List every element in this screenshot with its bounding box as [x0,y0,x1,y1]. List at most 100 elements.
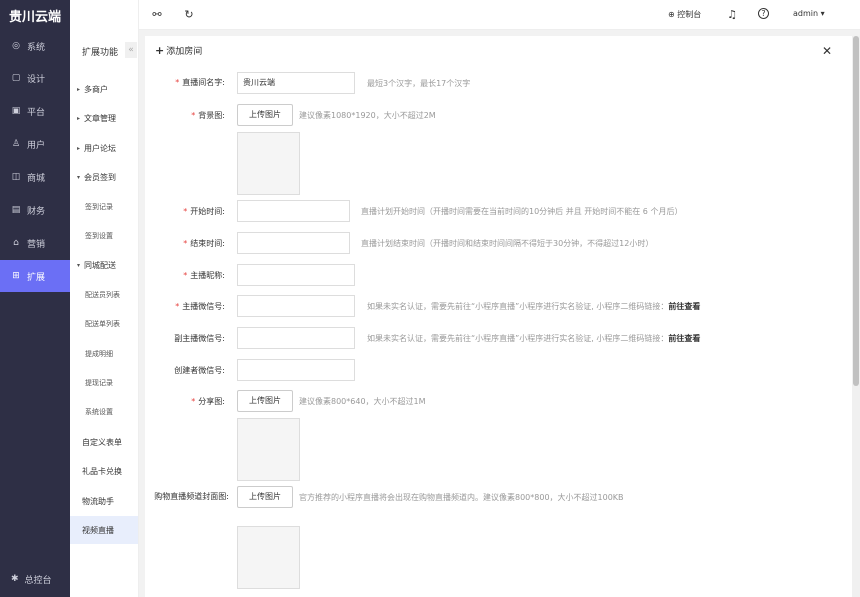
start-label: *开始时间: [145,206,225,217]
sub-anchor-link[interactable]: 前往查看 [668,334,700,343]
submenu-title: 扩展功能 [82,45,118,58]
share-upload-button[interactable]: 上传图片 [237,390,293,412]
submenu-item-5[interactable]: 签到设置 [70,222,138,250]
creator-label: 创建者微信号: [145,365,225,376]
sidebar-item-label: 扩展 [27,270,45,283]
link-icon[interactable]: ⚯ [150,8,164,22]
submenu-item-label: 视频直播 [82,525,114,536]
feeds-image-preview [237,526,300,589]
console-link[interactable]: ⊕ 控制台 [668,9,701,20]
submenu-item-label: 提现记录 [85,378,113,388]
sidebar-item-5[interactable]: ▤财务 [0,194,70,226]
extension-icon: ⊞ [11,271,21,281]
scrollbar[interactable] [852,36,860,597]
anchor-wx-input[interactable] [237,295,355,317]
submenu-item-13[interactable]: 礼品卡兑换 [70,457,138,485]
user-icon: ♙ [11,139,21,149]
end-hint: 直播计划结束时间（开播时间和结束时间间隔不得短于30分钟，不得超过12小时） [361,238,653,249]
submenu-item-2[interactable]: ▸用户论坛 [70,134,138,162]
feeds-hint: 官方推荐的小程序直播将会出现在购物直播频道内。建议像素800*800，大小不超过… [299,492,624,503]
anchor-label: *主播昵称: [145,270,225,281]
submenu-item-1[interactable]: ▸文章管理 [70,104,138,132]
bg-upload-button[interactable]: 上传图片 [237,104,293,126]
submenu-item-label: 自定义表单 [82,437,122,448]
refresh-icon[interactable]: ↻ [182,8,196,22]
submenu-item-15[interactable]: 视频直播 [70,516,138,544]
anchor-name-input[interactable] [237,264,355,286]
close-icon[interactable]: ✕ [822,44,832,58]
sidebar-item-6[interactable]: ⌂ 营销 [0,227,70,259]
sidebar-item-label: 设计 [27,72,45,85]
marketing-icon: ⌂ [11,238,21,248]
shop-icon: ◫ [11,172,21,182]
plus-icon: + [155,44,164,57]
design-icon: ▢ [11,73,21,83]
sidebar-item-label: 系统 [27,40,45,53]
main-sidebar: 贵川云端 ◎系统▢设计▣平台♙用户◫商城▤财务⌂营销⊞扩展 ✱ 总控台 [0,0,70,597]
sub-anchor-wx-input[interactable] [237,327,355,349]
creator-wx-input[interactable] [237,359,355,381]
bg-hint: 建议像素1080*1920，大小不超过2M [299,110,436,121]
sidebar-item-1[interactable]: ▢ 设计 [0,62,70,94]
bg-label: *背景图: [145,110,225,121]
submenu-item-11[interactable]: 系统设置 [70,398,138,426]
add-room-panel: +添加房间 ✕ *直播间名字: 贵川云端 最短3个汉字，最长17个汉字 *背景图… [145,36,852,597]
sidebar-item-label: 总控台 [25,573,52,586]
end-label: *结束时间: [145,238,225,249]
sidebar-item-0[interactable]: ◎ 系统 [0,30,70,62]
submenu-item-6[interactable]: ▾ 同城配送 [70,251,138,279]
submenu-item-14[interactable]: 物流助手 [70,487,138,515]
sidebar-item-2[interactable]: ▣平台 [0,95,70,127]
sidebar-item-label: 用户 [27,138,45,151]
sidebar-item-console[interactable]: ✱ 总控台 [0,569,70,589]
submenu-item-label: 用户论坛 [84,143,116,154]
secondary-menu: 扩展功能 ▸多商户▸文章管理▸用户论坛▾会员签到签到记录签到设置▾同城配送配送员… [70,0,139,597]
top-bar: ☰ ⛶ ⚯ ↻ ⊕ 控制台 ♫ ? admin ▾ [70,0,860,30]
anchor-wx-link[interactable]: 前往查看 [668,302,700,311]
submenu-item-9[interactable]: 提成明细 [70,340,138,368]
end-time-input[interactable] [237,232,350,254]
submenu-item-label: 物流助手 [82,496,114,507]
sidebar-item-3[interactable]: ♙ 用户 [0,128,70,160]
submenu-item-4[interactable]: 签到记录 [70,193,138,221]
start-time-input[interactable] [237,200,350,222]
anchor-wx-hint: 如果未实名认证，需要先前往“小程序直播”小程序进行实名验证, 小程序二维码链接：… [367,301,700,312]
bell-icon[interactable]: ♫ [725,8,739,22]
gear-icon: ◎ [11,41,21,51]
submenu-item-12[interactable]: 自定义表单 [70,428,138,456]
sidebar-item-4[interactable]: ◫ 商城 [0,161,70,193]
scrollbar-thumb[interactable] [853,36,859,386]
help-icon[interactable]: ? [758,8,769,19]
share-label: *分享图: [145,396,225,407]
submenu-item-7[interactable]: 配送员列表 [70,281,138,309]
bg-image-preview [237,132,300,195]
sub-anchor-label: 副主播微信号: [145,333,225,344]
submenu-item-8[interactable]: 配送单列表 [70,310,138,338]
submenu-item-label: 配送员列表 [85,290,120,300]
sub-anchor-hint: 如果未实名认证，需要先前往“小程序直播”小程序进行实名验证, 小程序二维码链接：… [367,333,700,344]
sidebar-item-label: 平台 [27,105,45,118]
submenu-item-10[interactable]: 提现记录 [70,369,138,397]
caret-icon: ▸ [77,115,80,122]
user-menu[interactable]: admin ▾ [793,9,825,18]
share-image-preview [237,418,300,481]
settings-icon: ✱ [11,574,19,584]
sidebar-item-label: 财务 [27,204,45,217]
submenu-item-label: 多商户 [84,84,108,95]
sidebar-item-7[interactable]: ⊞ 扩展 [0,260,70,292]
feeds-upload-button[interactable]: 上传图片 [237,486,293,508]
collapse-icon[interactable]: « [125,42,137,58]
room-name-input[interactable]: 贵川云端 [237,72,355,94]
submenu-item-label: 签到记录 [85,202,113,212]
submenu-item-label: 同城配送 [84,260,116,271]
submenu-item-3[interactable]: ▾会员签到 [70,163,138,191]
sidebar-item-label: 营销 [27,237,45,250]
sidebar-item-label: 商城 [27,171,45,184]
submenu-item-label: 签到设置 [85,231,113,241]
submenu-item-0[interactable]: ▸多商户 [70,75,138,103]
caret-icon: ▾ [77,262,80,269]
globe-icon: ⊕ [668,10,675,19]
panel-title: +添加房间 [155,44,202,57]
submenu-item-label: 提成明细 [85,349,113,359]
start-hint: 直播计划开始时间（开播时间需要在当前时间的10分钟后 并且 开始时间不能在 6 … [361,206,682,217]
